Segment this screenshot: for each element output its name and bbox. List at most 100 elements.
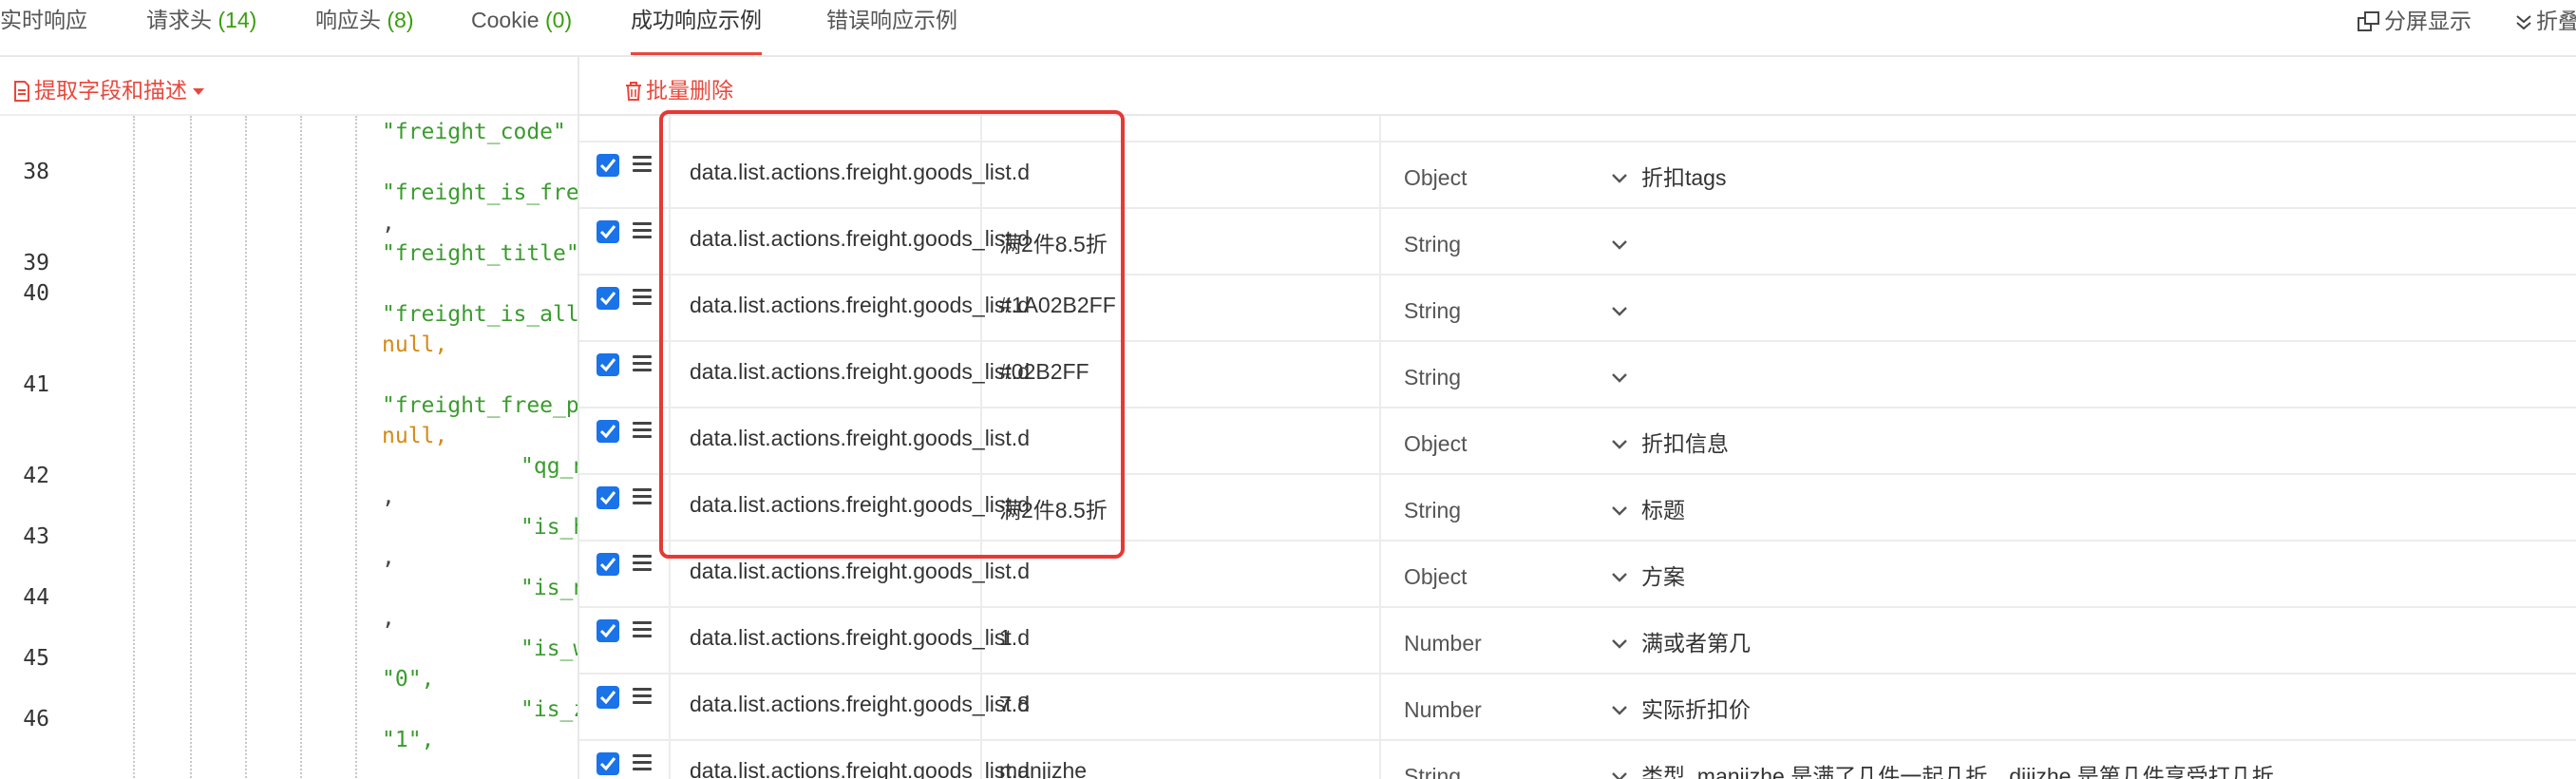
field-name-cell[interactable]: data.list.actions.freight.goods_list.d: [669, 342, 1030, 407]
row-checkbox[interactable]: [597, 154, 619, 177]
drag-handle-icon[interactable]: [633, 156, 652, 173]
field-value-cell[interactable]: 1: [980, 608, 1381, 673]
drag-handle-icon[interactable]: [633, 355, 652, 372]
line-number: 42: [23, 464, 49, 488]
field-type-select[interactable]: String: [1381, 741, 1505, 779]
field-description[interactable]: 折扣信息: [1641, 426, 1729, 458]
field-name-cell[interactable]: [669, 116, 982, 141]
field-value-cell[interactable]: [980, 116, 1381, 141]
field-description[interactable]: 标题: [1641, 492, 1685, 524]
field-name-cell[interactable]: data.list.actions.freight.goods_list.d: [669, 475, 1030, 540]
tab-request-headers[interactable]: 请求头 (14): [146, 0, 256, 55]
drag-handle-icon[interactable]: [633, 289, 652, 306]
drag-handle-icon[interactable]: [633, 688, 652, 705]
field-name-cell[interactable]: data.list.actions.freight.goods_list.d: [669, 408, 1030, 473]
field-type-select[interactable]: Number: [1381, 674, 1505, 739]
code-text: null,: [382, 332, 448, 357]
drag-handle-icon[interactable]: [633, 222, 652, 239]
chevron-down-icon[interactable]: [1611, 306, 1628, 317]
field-type-select[interactable]: String: [1381, 209, 1505, 274]
tab-response-headers[interactable]: 响应头 (8): [315, 0, 414, 55]
code-text: "is_z: [521, 697, 578, 722]
drag-handle-icon[interactable]: [633, 754, 652, 771]
row-checkbox[interactable]: [597, 553, 619, 576]
field-name-cell[interactable]: data.list.actions.freight.goods_list.d: [669, 142, 1030, 207]
field-name-cell[interactable]: data.list.actions.freight.goods_list.d: [669, 674, 1030, 739]
field-type-select[interactable]: Object: [1381, 542, 1505, 606]
chevron-down-icon[interactable]: [1611, 572, 1628, 583]
drag-handle-icon[interactable]: [633, 422, 652, 439]
row-checkbox[interactable]: [597, 619, 619, 642]
row-checkbox[interactable]: [597, 486, 619, 509]
chevron-down-icon[interactable]: [1611, 372, 1628, 384]
indent-guide: [245, 116, 247, 779]
drag-handle-icon[interactable]: [633, 621, 652, 638]
collapse-button[interactable]: 折叠: [2515, 0, 2576, 42]
drag-handle-icon[interactable]: [633, 488, 652, 505]
field-name: data.list.actions.freight.goods_list.d: [690, 692, 1030, 716]
chevron-down-icon[interactable]: [1611, 239, 1628, 251]
extract-fields-button[interactable]: 提取字段和描述: [13, 72, 204, 104]
document-icon: [14, 81, 29, 102]
field-description[interactable]: 方案: [1641, 559, 1685, 591]
field-type-select[interactable]: Number: [1381, 608, 1505, 673]
tab-count: (14): [218, 8, 257, 32]
field-type: Number: [1404, 697, 1482, 722]
row-checkbox[interactable]: [597, 353, 619, 376]
check-icon: [599, 425, 616, 439]
field-type-select[interactable]: Object: [1381, 408, 1505, 473]
field-name-cell[interactable]: data.list.actions.freight.goods_list.d: [669, 608, 1030, 673]
field-name-cell[interactable]: data.list.actions.freight.goods_list.d: [669, 542, 1030, 606]
tab-success-example[interactable]: 成功响应示例: [631, 0, 762, 55]
field-value-cell[interactable]: 7.8: [980, 674, 1381, 739]
field-type-select[interactable]: String: [1381, 276, 1505, 340]
field-type-select[interactable]: String: [1381, 475, 1505, 540]
chevron-down-icon[interactable]: [1611, 505, 1628, 517]
chevron-down-icon[interactable]: [1611, 771, 1628, 779]
caret-down-icon: [193, 88, 204, 95]
extract-fields-label: 提取字段和描述: [34, 78, 187, 103]
code-text: "0",: [382, 667, 435, 692]
field-name-cell[interactable]: data.list.actions.freight.goods_list.d: [669, 276, 1030, 340]
field-value-cell[interactable]: 满2件8.5折: [980, 475, 1381, 540]
field-description[interactable]: 满或者第几: [1641, 625, 1751, 657]
field-type-select[interactable]: String: [1381, 342, 1505, 407]
field-value-cell[interactable]: manjizhe: [980, 741, 1381, 779]
split-view-button[interactable]: 分屏显示: [2358, 0, 2472, 42]
field-value-cell[interactable]: #1A02B2FF: [980, 276, 1381, 340]
tab-label: Cookie: [471, 8, 540, 32]
field-value-cell[interactable]: [980, 542, 1381, 606]
row-checkbox[interactable]: [597, 220, 619, 243]
field-name: data.list.actions.freight.goods_list.d: [690, 293, 1030, 317]
table-row: data.list.actions.freight.goods_list.d Ob…: [579, 542, 2576, 608]
table-row: data.list.actions.freight.goods_list.d 1 N…: [579, 608, 2576, 674]
tab-error-example[interactable]: 错误响应示例: [826, 0, 957, 55]
tab-cookie[interactable]: Cookie (0): [471, 0, 572, 55]
chevron-down-icon[interactable]: [1611, 638, 1628, 650]
field-value-cell[interactable]: #02B2FF: [980, 342, 1381, 407]
field-value-cell[interactable]: 满2件8.5折: [980, 209, 1381, 274]
row-checkbox[interactable]: [597, 752, 619, 775]
field-type-select[interactable]: Object: [1381, 142, 1505, 207]
field-name-cell[interactable]: data.list.actions.freight.goods_list.d: [669, 741, 1030, 779]
row-checkbox[interactable]: [597, 686, 619, 709]
field-description[interactable]: 折扣tags: [1641, 160, 1726, 192]
table-row: data.list.actions.freight.goods_list.d Ob…: [579, 408, 2576, 475]
chevron-down-icon[interactable]: [1611, 705, 1628, 716]
field-name: data.list.actions.freight.goods_list.d: [690, 492, 1030, 517]
chevron-down-icon[interactable]: [1611, 173, 1628, 184]
check-icon: [599, 757, 616, 771]
line-number: 43: [23, 524, 49, 549]
field-name-cell[interactable]: data.list.actions.freight.goods_list.d: [669, 209, 1030, 274]
field-description[interactable]: 实际折扣价: [1641, 692, 1751, 724]
field-value-cell[interactable]: [980, 408, 1381, 473]
field-description[interactable]: 类型, manjizhe 是满了几件一起几折，dijizhe 是第几件享受打几折: [1641, 758, 2274, 779]
tab-realtime-response[interactable]: 实时响应: [0, 0, 87, 55]
code-editor[interactable]: "freight_code" 38 "freight_is_fre, 39 "freig…: [0, 114, 578, 779]
chevron-down-icon[interactable]: [1611, 439, 1628, 450]
row-checkbox[interactable]: [597, 287, 619, 310]
bulk-delete-button[interactable]: 批量删除: [625, 72, 733, 104]
field-value-cell[interactable]: [980, 142, 1381, 207]
drag-handle-icon[interactable]: [633, 555, 652, 572]
row-checkbox[interactable]: [597, 420, 619, 443]
